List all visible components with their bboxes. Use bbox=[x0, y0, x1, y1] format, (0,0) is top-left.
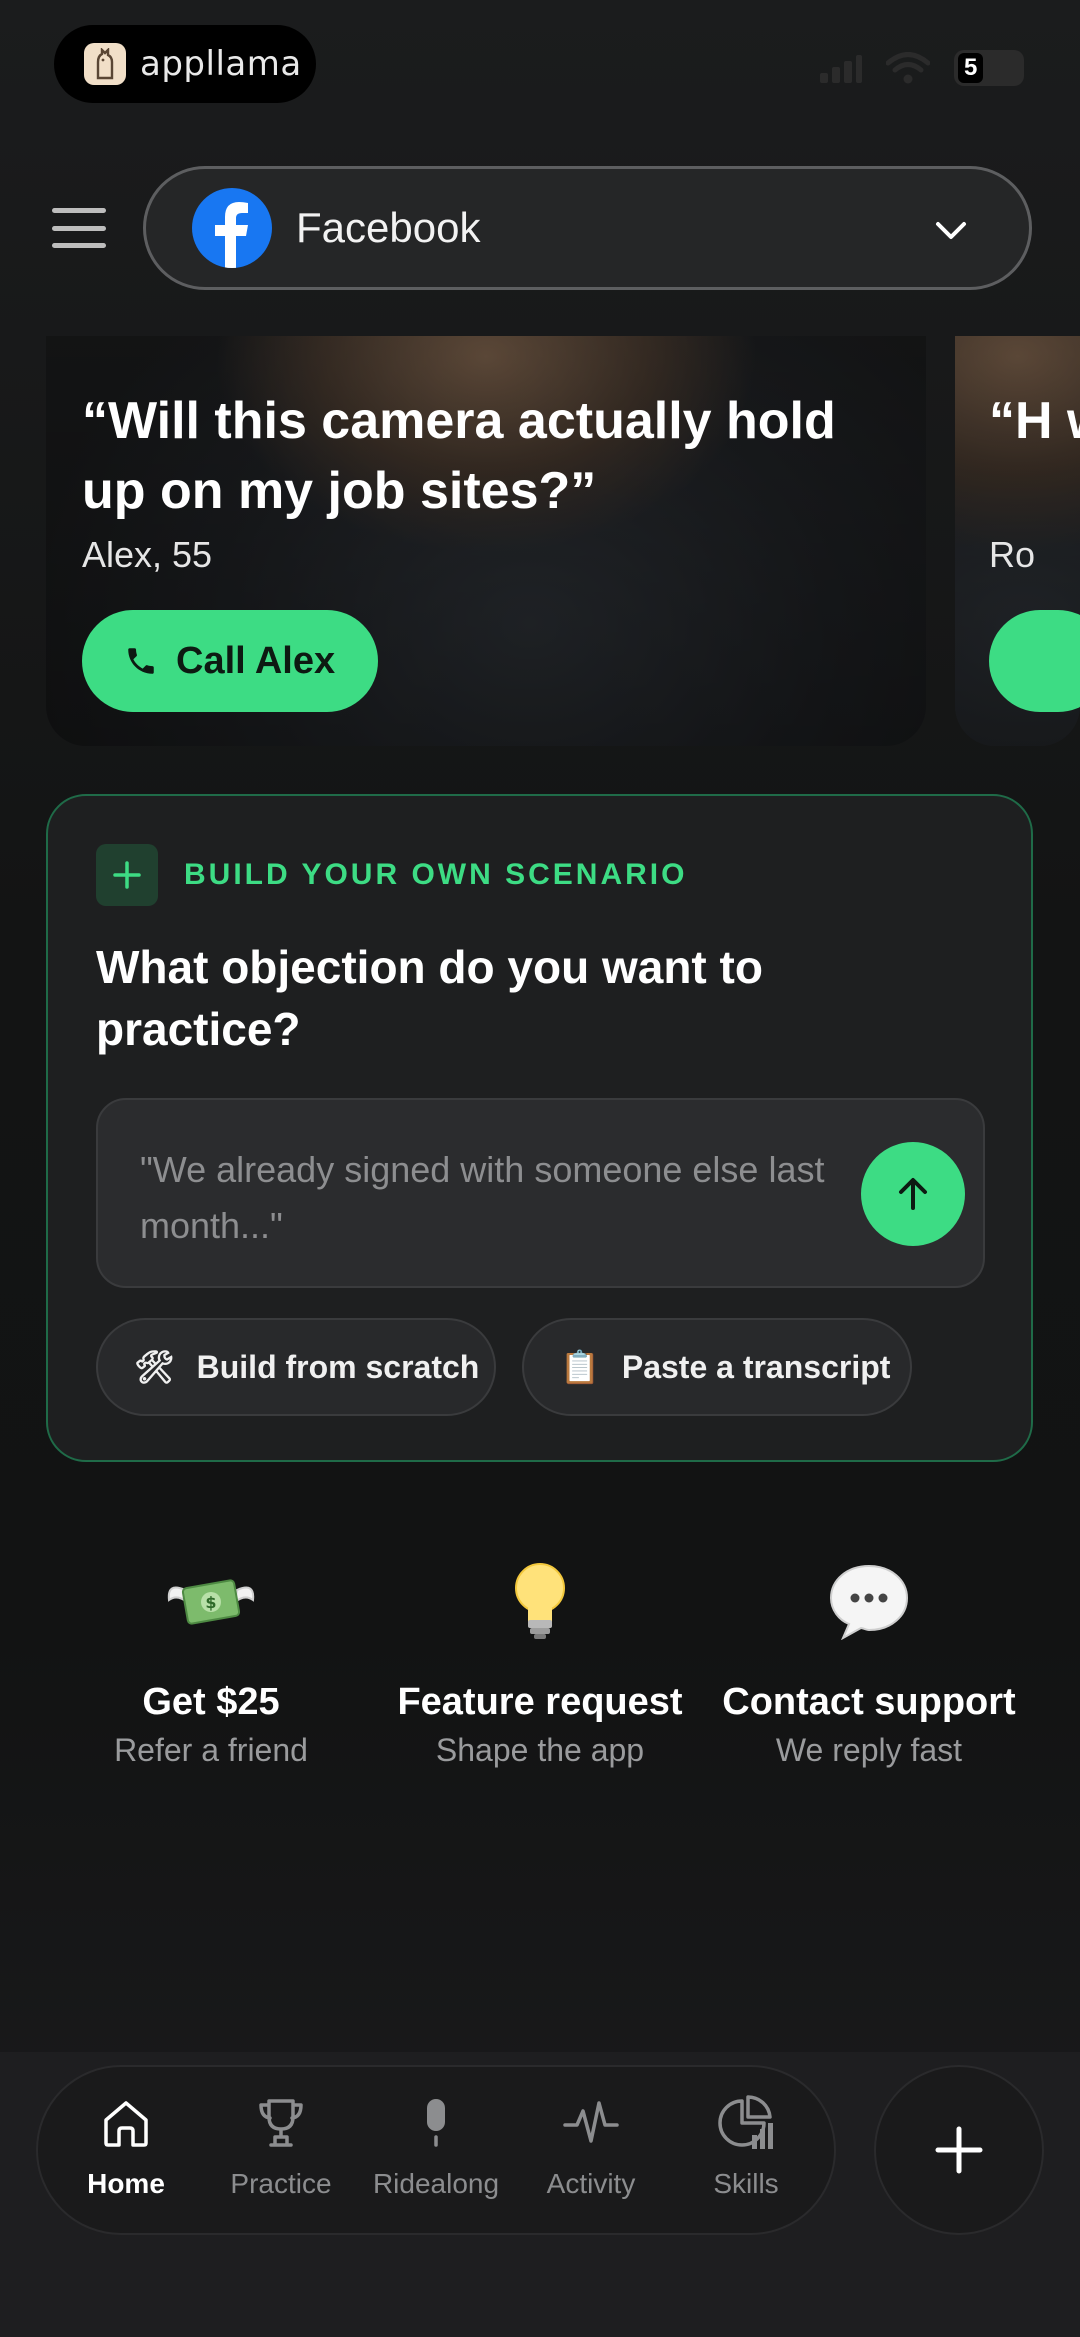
platform-selector[interactable]: Facebook bbox=[143, 166, 1032, 290]
activity-icon bbox=[563, 2101, 619, 2143]
build-from-scratch-chip[interactable]: 🛠 Build from scratch bbox=[96, 1318, 496, 1416]
nav-label: Skills bbox=[713, 2168, 779, 2199]
llama-logo-icon bbox=[84, 43, 126, 85]
app-name: appllama bbox=[140, 44, 302, 84]
nav-label: Activity bbox=[546, 2168, 636, 2199]
plus-icon bbox=[96, 844, 158, 906]
nav-activity[interactable]: Activity bbox=[516, 2093, 666, 2200]
quick-link-subtitle: Refer a friend bbox=[114, 1732, 308, 1768]
chip-label: Paste a transcript bbox=[621, 1348, 891, 1385]
skills-chart-icon bbox=[718, 2095, 773, 2149]
chevron-down-icon bbox=[936, 222, 966, 239]
hammer-wrench-icon: 🛠 bbox=[134, 1349, 175, 1385]
scenario-question: What objection do you want to practice? bbox=[96, 941, 763, 1055]
bottom-nav: Home Practice Ridealong Activity Skills bbox=[36, 2065, 836, 2235]
nav-practice[interactable]: Practice bbox=[206, 2093, 356, 2200]
quick-link-title: Contact support bbox=[722, 1681, 1016, 1723]
call-button[interactable]: Call Alex bbox=[82, 610, 378, 712]
nav-skills[interactable]: Skills bbox=[671, 2093, 821, 2200]
svg-text:$: $ bbox=[205, 1593, 216, 1612]
phone-icon bbox=[128, 648, 154, 674]
menu-icon[interactable] bbox=[52, 208, 106, 248]
card-quote: “Will this camera actually hold up on my… bbox=[82, 392, 836, 520]
add-button[interactable] bbox=[874, 2065, 1044, 2235]
objection-placeholder: "We already signed with someone else las… bbox=[140, 1149, 825, 1246]
feature-request-link[interactable]: Feature request Shape the app bbox=[380, 1555, 700, 1769]
wifi-icon bbox=[886, 52, 930, 84]
card-persona: Ro bbox=[989, 534, 1036, 575]
send-button[interactable] bbox=[861, 1142, 965, 1246]
card-quote: “H w bbox=[989, 392, 1080, 450]
nav-ridealong[interactable]: Ridealong bbox=[361, 2093, 511, 2200]
clipboard-icon: 📋 bbox=[560, 1349, 600, 1385]
trophy-icon bbox=[259, 2099, 303, 2147]
nav-home[interactable]: Home bbox=[51, 2093, 201, 2200]
card-persona: Alex, 55 bbox=[82, 534, 213, 575]
plus-icon bbox=[935, 2126, 983, 2174]
objection-input[interactable]: "We already signed with someone else las… bbox=[96, 1098, 985, 1288]
call-button[interactable] bbox=[989, 610, 1080, 712]
quick-link-title: Feature request bbox=[397, 1681, 683, 1723]
battery-icon: 5 bbox=[954, 50, 1024, 86]
system-status: 5 bbox=[818, 50, 1024, 86]
build-scenario-panel: BUILD YOUR OWN SCENARIO What objection d… bbox=[46, 794, 1033, 1462]
money-wings-icon: $ bbox=[51, 1555, 371, 1645]
battery-level: 5 bbox=[958, 53, 984, 83]
platform-label: Facebook bbox=[296, 204, 481, 251]
nav-label: Practice bbox=[230, 2168, 332, 2199]
quick-link-subtitle: Shape the app bbox=[435, 1732, 645, 1768]
scenario-tag: BUILD YOUR OWN SCENARIO bbox=[184, 858, 688, 891]
app-indicator-pill[interactable]: appllama bbox=[54, 25, 316, 103]
speech-bubble-icon bbox=[709, 1555, 1029, 1645]
quick-link-subtitle: We reply fast bbox=[775, 1732, 963, 1768]
nav-label: Ridealong bbox=[372, 2168, 500, 2199]
quick-link-title: Get $25 bbox=[142, 1681, 280, 1723]
cellular-signal-icon bbox=[820, 55, 862, 83]
call-button-label: Call Alex bbox=[176, 639, 336, 682]
chip-label: Build from scratch bbox=[196, 1348, 480, 1385]
lightbulb-icon bbox=[380, 1555, 700, 1645]
facebook-logo-icon bbox=[192, 188, 272, 268]
contact-support-link[interactable]: Contact support We reply fast bbox=[709, 1555, 1029, 1769]
arrow-up-icon bbox=[899, 1178, 927, 1210]
scenario-card[interactable]: “Will this camera actually hold up on my… bbox=[46, 336, 926, 746]
refer-friend-link[interactable]: $ Get $25 Refer a friend bbox=[51, 1555, 371, 1769]
nav-label: Home bbox=[87, 2168, 165, 2199]
paste-transcript-chip[interactable]: 📋 Paste a transcript bbox=[522, 1318, 912, 1416]
home-icon bbox=[104, 2101, 148, 2147]
scenario-card-next[interactable]: “H w Ro bbox=[955, 336, 1080, 746]
microphone-icon bbox=[427, 2099, 445, 2147]
